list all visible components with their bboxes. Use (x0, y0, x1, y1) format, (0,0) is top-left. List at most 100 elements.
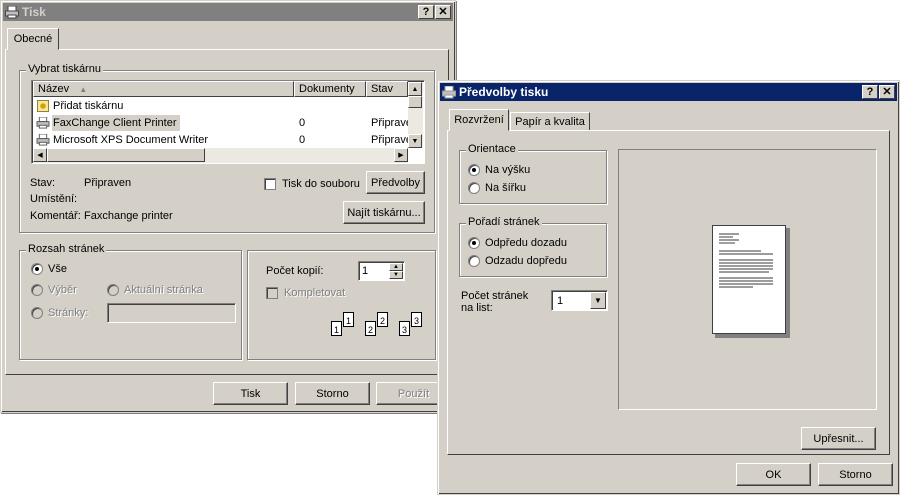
collate-checkbox[interactable] (266, 287, 278, 299)
landscape-label[interactable]: Na šířku (485, 182, 526, 194)
range-selection-radio[interactable] (31, 284, 43, 296)
help-button[interactable]: ? (862, 85, 878, 99)
collate-label[interactable]: Kompletovat (284, 287, 345, 299)
status-value: Připraven (84, 177, 132, 189)
print-dialog: Tisk ? ✕ Obecné Vybrat tiskárnu Název ▲ … (0, 0, 456, 413)
scroll-down-icon[interactable]: ▼ (408, 134, 422, 148)
column-documents-label: Dokumenty (299, 83, 355, 95)
help-button[interactable]: ? (418, 5, 434, 19)
preferences-dialog-titlebar[interactable]: Předvolby tisku ? ✕ (440, 83, 897, 101)
printer-status: Připrave (371, 117, 408, 129)
copies-spin-up-icon[interactable]: ▲ (389, 263, 403, 271)
pages-per-sheet-select[interactable]: 1 ▼ (551, 290, 608, 311)
scroll-right-icon[interactable]: ▶ (394, 148, 408, 162)
scroll-up-icon[interactable]: ▲ (408, 82, 422, 96)
range-pages-radio[interactable] (31, 307, 43, 319)
layout-preview-panel (618, 149, 877, 410)
pages-per-sheet-value: 1 (557, 295, 564, 307)
ok-button-label: OK (765, 468, 782, 481)
back-to-front-label[interactable]: Odzadu dopředu (485, 255, 567, 267)
ok-button[interactable]: OK (736, 463, 811, 486)
copies-value: 1 (362, 265, 369, 277)
print-dialog-titlebar[interactable]: Tisk ? ✕ (3, 3, 453, 21)
front-to-back-radio[interactable] (468, 237, 480, 249)
column-status[interactable]: Stav (366, 81, 408, 97)
tab-general[interactable]: Obecné (7, 28, 59, 50)
scroll-thumb[interactable] (408, 96, 422, 108)
copies-label: Počet kopií: (266, 265, 324, 277)
collate-page: 3 (411, 312, 422, 327)
find-printer-button-label: Najít tiskárnu... (347, 206, 421, 219)
print-to-file-checkbox[interactable] (264, 178, 276, 190)
advanced-button[interactable]: Upřesnit... (801, 427, 876, 450)
tab-paper-quality[interactable]: Papír a kvalita (510, 112, 590, 131)
vertical-scrollbar[interactable]: ▲ ▼ (408, 82, 423, 148)
pages-input[interactable] (107, 303, 236, 323)
landscape-radio[interactable] (468, 182, 480, 194)
printer-status: Připrave (371, 134, 408, 146)
tab-layout[interactable]: Rozvržení (449, 109, 509, 131)
comment-label: Komentář: (30, 210, 81, 222)
cancel-button-label: Storno (316, 387, 349, 400)
page-preview-sheet (712, 225, 786, 334)
printer-list[interactable]: Název ▲ Dokumenty Stav Přidat tiskárnu F… (31, 80, 425, 164)
printer-name: Microsoft XPS Document Writer (53, 134, 209, 146)
copies-input[interactable]: 1 ▲ ▼ (358, 261, 405, 281)
range-all-radio[interactable] (31, 263, 43, 275)
portrait-label[interactable]: Na výšku (485, 164, 530, 176)
range-all-label[interactable]: Vše (48, 263, 67, 275)
sort-arrow-icon: ▲ (79, 84, 88, 94)
tab-paper-quality-label: Papír a kvalita (515, 116, 585, 128)
printer-row-add[interactable]: Přidat tiskárnu (33, 98, 408, 115)
page-order-group: Pořadí stránek (459, 216, 607, 277)
close-icon[interactable]: ✕ (435, 5, 451, 19)
location-label: Umístění: (30, 193, 78, 205)
collate-page: 1 (343, 312, 354, 327)
collate-page: 1 (331, 321, 342, 336)
column-name[interactable]: Název ▲ (33, 81, 294, 97)
range-current-label[interactable]: Aktuální stránka (124, 284, 203, 296)
page-order-label: Pořadí stránek (466, 216, 542, 228)
printer-row-faxchange[interactable]: FaxChange Client Printer 0 Připrave (33, 115, 408, 132)
advanced-button-label: Upřesnit... (813, 432, 864, 445)
print-button-label: Tisk (240, 387, 261, 400)
printer-documents: 0 (299, 134, 306, 146)
preferences-button-label: Předvolby (371, 176, 420, 189)
range-current-radio[interactable] (107, 284, 119, 296)
scroll-thumb[interactable] (47, 148, 205, 162)
front-to-back-label[interactable]: Odpředu dozadu (485, 237, 567, 249)
column-documents[interactable]: Dokumenty (294, 81, 366, 97)
page-preview (712, 225, 790, 338)
preferences-dialog-title: Předvolby tisku (459, 85, 549, 99)
copies-spin-down-icon[interactable]: ▼ (389, 271, 403, 279)
tab-layout-label: Rozvržení (454, 114, 504, 126)
range-selection-label[interactable]: Výběr (48, 284, 77, 296)
collate-illustration: 1 1 2 2 3 3 (331, 311, 431, 343)
printer-icon (442, 85, 456, 98)
find-printer-button[interactable]: Najít tiskárnu... (343, 201, 425, 224)
column-status-label: Stav (371, 83, 394, 95)
collate-page: 2 (377, 312, 388, 327)
print-to-file-label[interactable]: Tisk do souboru (282, 178, 360, 190)
printer-name: Přidat tiskárnu (53, 100, 124, 112)
pages-per-sheet-label: Počet stránek na list: (461, 290, 529, 314)
printer-name: FaxChange Client Printer (53, 117, 177, 129)
comment-value: Faxchange printer (84, 210, 173, 222)
range-pages-label[interactable]: Stránky: (48, 307, 88, 319)
scroll-left-icon[interactable]: ◀ (33, 148, 47, 162)
preferences-button[interactable]: Předvolby (366, 171, 425, 194)
cancel-button[interactable]: Storno (818, 463, 893, 486)
cancel-button[interactable]: Storno (295, 382, 370, 405)
collate-page: 3 (399, 321, 410, 336)
status-label: Stav: (30, 177, 56, 189)
print-button[interactable]: Tisk (213, 382, 288, 405)
chevron-down-icon[interactable]: ▼ (590, 292, 606, 309)
printer-icon (36, 117, 50, 129)
back-to-front-radio[interactable] (468, 255, 480, 267)
page-text-lines-icon (719, 233, 773, 288)
horizontal-scrollbar[interactable]: ◀ ▶ (33, 148, 408, 163)
portrait-radio[interactable] (468, 164, 480, 176)
tab-general-label: Obecné (13, 33, 53, 45)
printer-row-xps[interactable]: Microsoft XPS Document Writer 0 Připrave (33, 132, 408, 148)
close-icon[interactable]: ✕ (879, 85, 895, 99)
